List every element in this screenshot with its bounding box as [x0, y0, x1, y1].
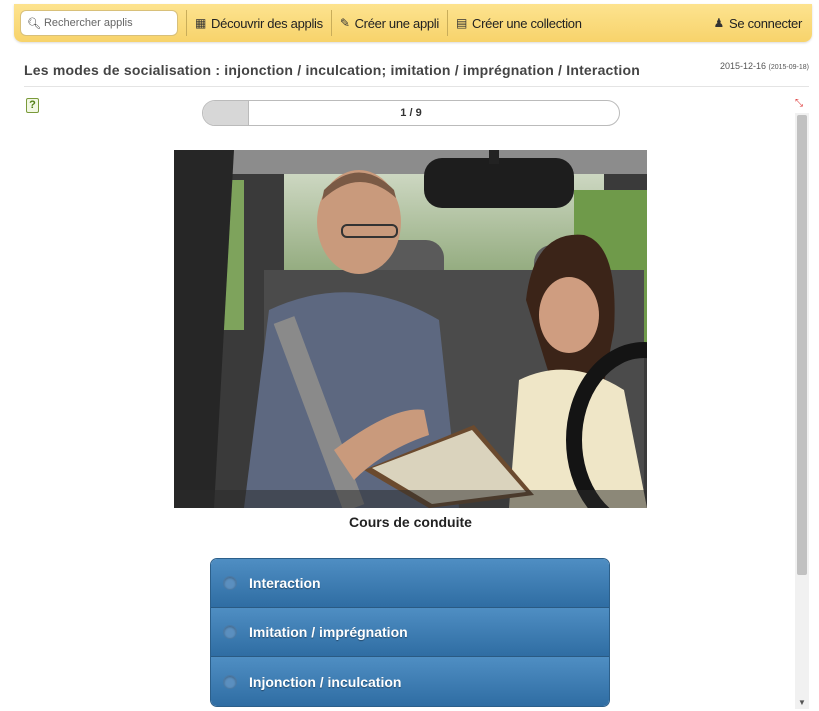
nav-divider [186, 10, 187, 36]
scrollbar[interactable]: ▼ [795, 113, 809, 709]
discover-apps-label: Découvrir des applis [211, 15, 323, 31]
search-placeholder: Rechercher applis [43, 17, 133, 29]
progress-label: 1 / 9 [400, 107, 422, 119]
nav-divider [446, 10, 448, 36]
choice-imitation[interactable]: Imitation / imprégnation [211, 608, 609, 657]
nav-divider [330, 10, 332, 36]
photo-illustration [174, 150, 647, 508]
grid-icon: ▦ [195, 16, 207, 30]
search-icon: 🔍︎ [27, 17, 41, 30]
create-collection-link[interactable]: ▤ Créer une collection [456, 16, 582, 31]
radio-icon[interactable] [223, 625, 237, 639]
scroll-down-arrow-icon[interactable]: ▼ [798, 698, 806, 707]
top-navbar: 🔍︎ Rechercher applis ▦ Découvrir des app… [14, 4, 812, 42]
page-title: Les modes de socialisation : injonction … [24, 62, 640, 78]
choice-label: Interaction [249, 575, 321, 591]
answer-choices: Interaction Imitation / imprégnation Inj… [210, 558, 610, 707]
choice-label: Imitation / imprégnation [249, 624, 408, 640]
login-link[interactable]: ♟ Se connecter [713, 15, 803, 31]
login-label: Se connecter [728, 15, 802, 31]
radio-icon[interactable] [223, 576, 237, 590]
scrollbar-thumb[interactable] [797, 115, 807, 575]
collection-icon: ▤ [455, 16, 468, 30]
discover-apps-link[interactable]: ▦ Découvrir des applis [195, 16, 323, 31]
user-icon: ♟ [713, 16, 725, 30]
create-collection-label: Créer une collection [472, 15, 582, 31]
create-app-label: Créer une appli [354, 15, 440, 31]
radio-icon[interactable] [223, 674, 237, 689]
choice-injonction[interactable]: Injonction / inculcation [211, 657, 609, 706]
search-input[interactable]: 🔍︎ Rechercher applis [20, 10, 178, 36]
pencil-icon: ✎ [339, 16, 350, 30]
question-photo [174, 150, 647, 508]
fullscreen-icon[interactable]: ⤡ [793, 98, 805, 110]
date-main: 2015-12-16 [719, 61, 767, 71]
create-app-link[interactable]: ✎ Créer une appli [340, 16, 439, 31]
title-divider [24, 86, 809, 87]
date-sub: (2015-09-18) [768, 64, 809, 71]
choice-label: Injonction / inculcation [249, 673, 402, 690]
help-icon[interactable]: ? [26, 98, 39, 113]
progress-bar: 1 / 9 [202, 100, 620, 126]
page-date: 2015-12-16 (2015-09-18) [720, 61, 809, 71]
choice-interaction[interactable]: Interaction [211, 559, 609, 608]
photo-caption: Cours de conduite [349, 514, 472, 530]
